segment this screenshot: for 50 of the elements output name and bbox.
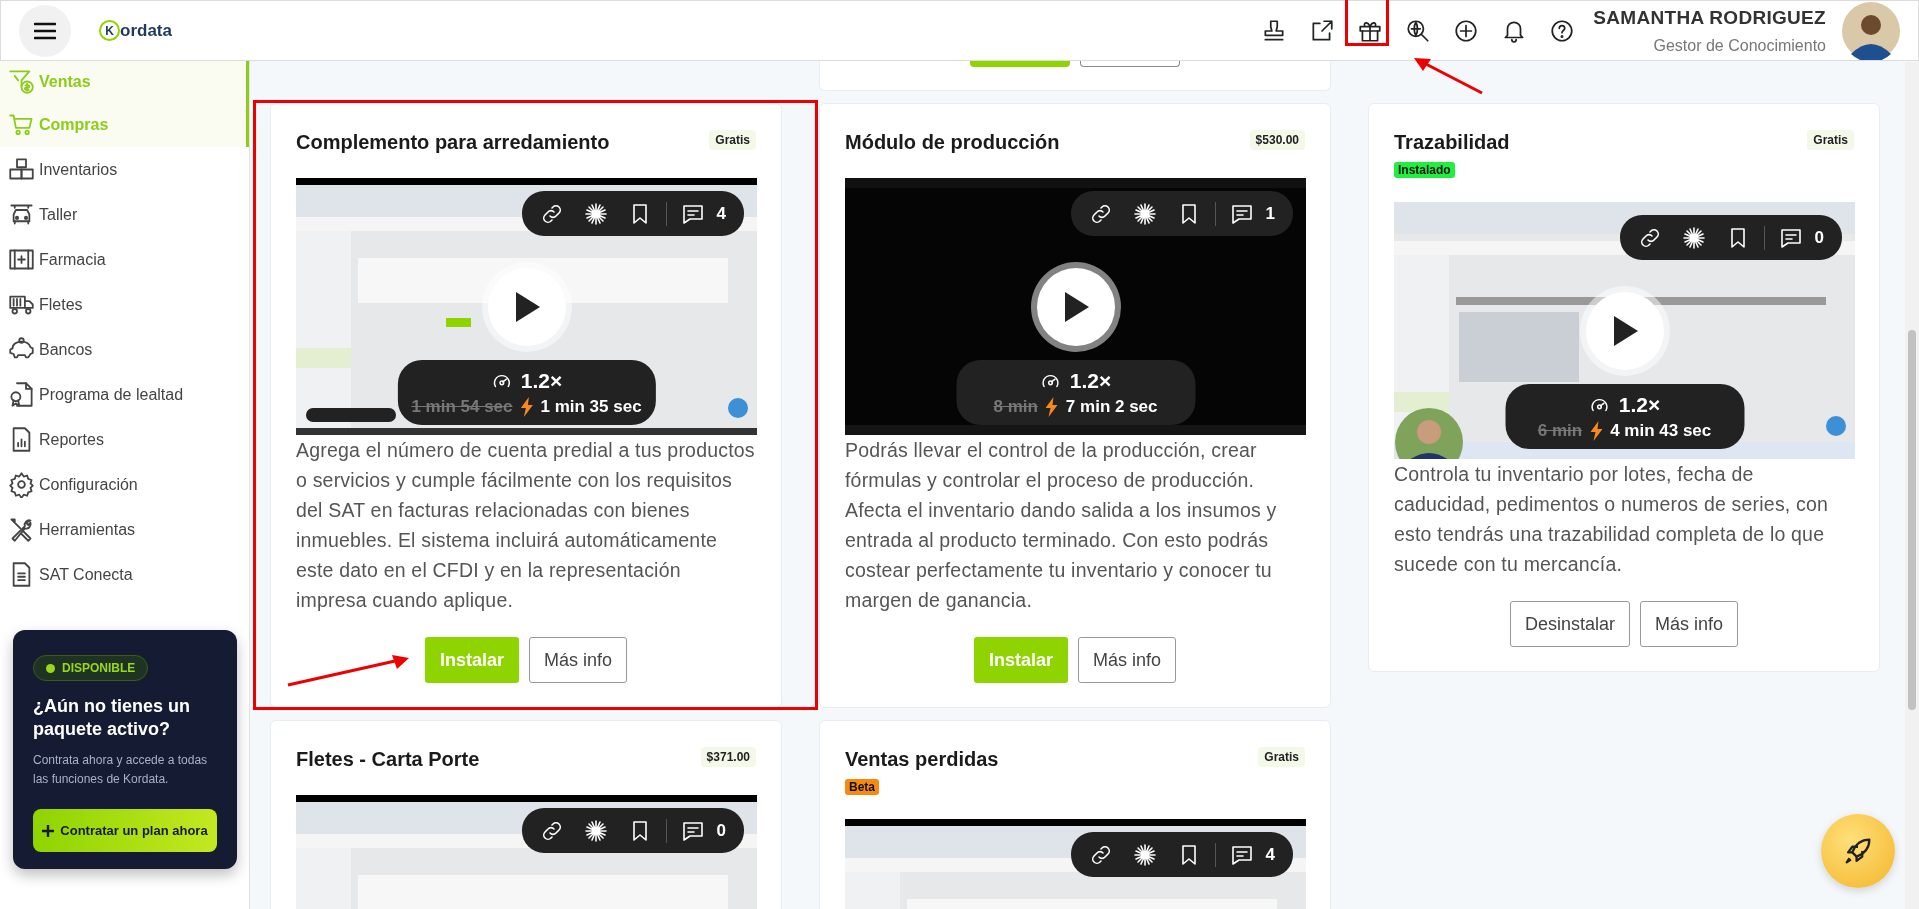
price-badge: Gratis (1807, 130, 1854, 150)
sidebar-item[interactable]: Reportes (0, 417, 249, 462)
speed-label: 1.2× (1618, 392, 1661, 417)
card-description: Agrega el número de cuenta predial a tus productos o servicios y cumple fácilmente con los requisitos del SAT en facturas relacionadas con bienes inmuebles. El sistema incluirá automáticamente este dato en el CFDI y en la representación impresa cuando aplique. (296, 438, 756, 613)
logo[interactable]: K ordata (99, 20, 172, 41)
card-description: Controla tu inventario por lotes, fecha de caducidad, pedimentos o numeros de series, con esto tendrás una trazabilidad completa de lo que sucede con tu mercancía. (1394, 462, 1830, 577)
user-role: Gestor de Conocimiento (1653, 36, 1826, 55)
card-description: Podrás llevar el control de la producción, crear fórmulas y controlar el proceso de producción. Afecta el inventario dando salida a los insumos y entrada al producto terminado. Con esto podrás costear perfectamente tu inventario y conocer tu margen de ganancia. (845, 438, 1278, 613)
sidebar-item[interactable]: Bancos (0, 327, 249, 372)
status-badge: DISPONIBLE (33, 655, 149, 681)
original-duration: 8 min (993, 396, 1038, 417)
original-duration: 6 min (1537, 420, 1583, 441)
more-info-button[interactable]: Más info (1640, 601, 1739, 647)
card-title: Ventas perdidas (845, 747, 999, 771)
status-badge: Beta (845, 779, 879, 795)
comment-count: 0 (1814, 227, 1824, 248)
sidebar-item[interactable]: SAT Conecta (0, 552, 249, 597)
sidebar-item[interactable]: Configuración (0, 462, 249, 507)
price-badge: $530.00 (1249, 130, 1305, 150)
card-title: Módulo de producción (845, 130, 1060, 154)
accelerated-duration: 4 min 43 sec (1610, 420, 1712, 441)
comment-count: 1 (1265, 203, 1275, 224)
accelerated-duration: 7 min 2 sec (1065, 396, 1158, 417)
more-info-button[interactable]: Más info (1078, 637, 1177, 683)
user-name: SAMANTHA RODRIGUEZ (1593, 6, 1826, 29)
card-title: Fletes - Carta Porte (296, 747, 480, 771)
sidebar-item[interactable]: Fletes (0, 282, 249, 327)
more-info-button[interactable]: Más info (529, 637, 628, 683)
price-badge: Gratis (709, 130, 756, 150)
sidebar-item[interactable]: Inventarios (0, 147, 249, 192)
comment-count: 4 (716, 203, 726, 224)
subscribe-button[interactable]: Contratar un plan ahora (33, 809, 217, 852)
uninstall-button[interactable]: Desinstalar (1509, 601, 1630, 647)
card-title: Trazabilidad (1394, 130, 1510, 154)
price-badge: Gratis (1258, 747, 1305, 767)
status-badge: Instalado (1394, 162, 1455, 178)
sidebar-item[interactable]: Taller (0, 192, 249, 237)
comment-count: 0 (716, 820, 726, 841)
price-badge: $371.00 (700, 747, 756, 767)
speed-label: 1.2× (1069, 368, 1112, 393)
comment-count: 4 (1265, 844, 1275, 865)
speed-label: 1.2× (520, 368, 563, 393)
promo-title: ¿Aún no tienes un paquete activo? (33, 695, 191, 741)
sidebar-item[interactable]: Herramientas (0, 507, 249, 552)
sidebar-item[interactable]: Programa de lealtad (0, 372, 249, 417)
accelerated-duration: 1 min 35 sec (540, 396, 642, 417)
original-duration: 1 min 54 sec (411, 396, 513, 417)
sidebar-item[interactable]: Farmacia (0, 237, 249, 282)
promo-text: Contrata ahora y accede a todas las funciones de Kordata. (33, 752, 209, 788)
card-title: Complemento para arredamiento (296, 130, 610, 154)
